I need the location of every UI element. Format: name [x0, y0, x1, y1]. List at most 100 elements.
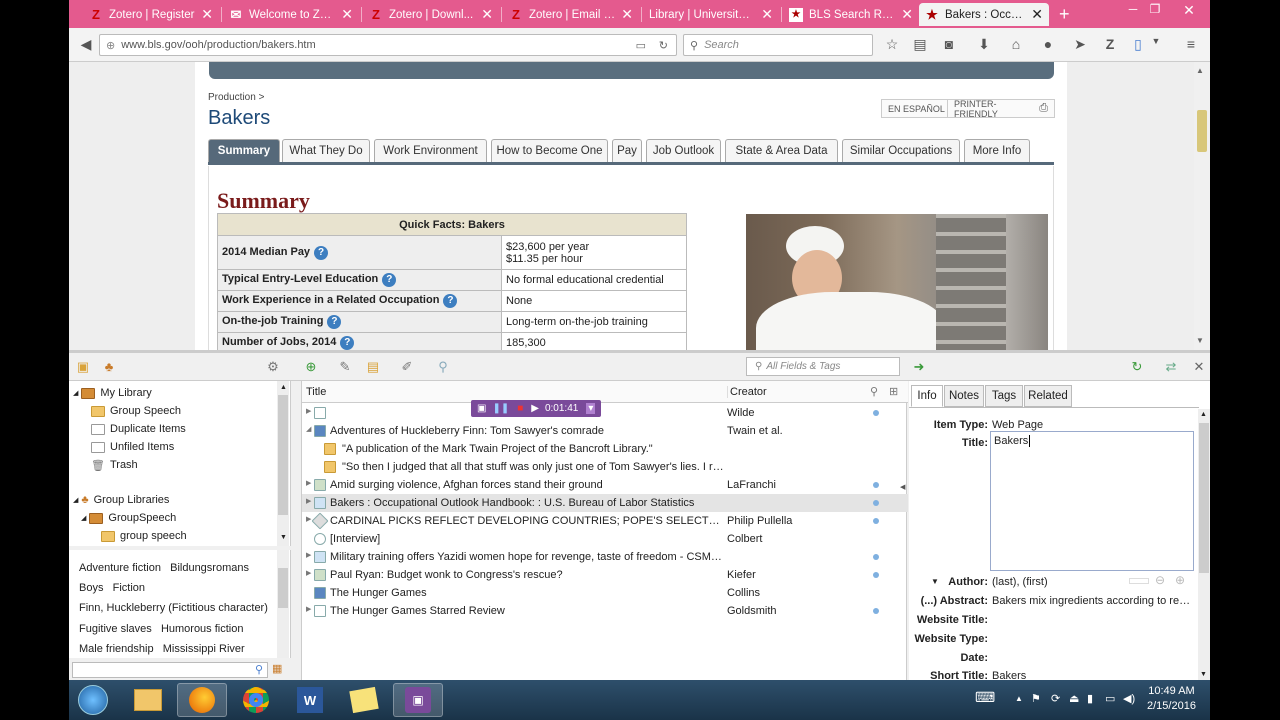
collection-duplicate-items[interactable]: Duplicate Items	[91, 420, 186, 438]
tab-tags[interactable]: Tags	[985, 385, 1023, 407]
taskbar-firefox[interactable]	[177, 683, 227, 717]
attachment-column-icon[interactable]: ⚲	[870, 385, 878, 398]
scroll-up-icon[interactable]: ▲	[1196, 66, 1204, 75]
column-creator[interactable]: Creator	[727, 386, 767, 398]
table-row[interactable]: "So then I judged that all that stuff wa…	[302, 458, 908, 476]
window-close-icon[interactable]: ✕	[1177, 2, 1201, 19]
printer-friendly-button[interactable]: PRINTER-FRIENDLY ⎙	[947, 99, 1055, 119]
tag[interactable]: Male friendship	[79, 643, 154, 655]
abstract-label[interactable]: (...) Abstract:	[921, 595, 988, 607]
recorder-camera-icon[interactable]: ▣	[477, 403, 486, 414]
attachment-dot-icon[interactable]	[873, 518, 879, 524]
pane-splitter-icon[interactable]: ◀	[900, 483, 905, 491]
new-item-icon[interactable]: ⊕	[303, 359, 319, 375]
close-icon[interactable]: ✕	[901, 6, 913, 23]
browser-tab-welcome[interactable]: ✉ Welcome to Zo... ✕	[223, 3, 359, 26]
tags-scrollbar[interactable]	[277, 550, 289, 658]
attachment-dot-icon[interactable]	[873, 554, 879, 560]
new-tab-icon[interactable]: +	[1059, 4, 1070, 25]
scroll-down-icon[interactable]: ▼	[1196, 336, 1204, 345]
tag[interactable]: Fugitive slaves	[79, 623, 152, 635]
keyboard-icon[interactable]: ⌨	[975, 689, 995, 706]
author-value[interactable]: (last), (first)	[992, 576, 1122, 588]
tab-info[interactable]: Info	[911, 385, 943, 407]
collection-group-speech[interactable]: Group Speech	[91, 402, 181, 420]
close-icon[interactable]: ✕	[621, 6, 633, 23]
collection-group-speech-sub[interactable]: group speech	[101, 527, 187, 545]
close-icon[interactable]: ✕	[1031, 6, 1043, 23]
taskbar-chrome[interactable]	[231, 683, 281, 717]
remove-author-icon[interactable]: ⊖	[1155, 573, 1165, 587]
collections-scrollbar[interactable]: ▲ ▼	[277, 381, 289, 546]
collection-group-libraries[interactable]: ◢ ♣ Group Libraries	[73, 491, 169, 509]
tag[interactable]: Mississippi River	[163, 643, 245, 655]
help-icon[interactable]: ?	[340, 336, 355, 350]
search-input[interactable]: ⚲ Search	[683, 34, 873, 56]
tag-actions-icon[interactable]: ▦	[272, 662, 282, 675]
browser-tab-zotero-download[interactable]: Z Zotero | Downl... ✕	[363, 3, 499, 26]
scroll-up-icon[interactable]: ▲	[1200, 411, 1207, 418]
add-by-identifier-icon[interactable]: ✎	[337, 359, 353, 375]
pocket-icon[interactable]: ◙	[940, 36, 958, 52]
menu-icon[interactable]: ≡	[1182, 36, 1200, 52]
scroll-up-icon[interactable]: ▲	[280, 384, 287, 391]
attachment-dot-icon[interactable]	[873, 572, 879, 578]
espanol-button[interactable]: EN ESPAÑOL	[881, 99, 952, 118]
close-icon[interactable]: ✕	[201, 6, 213, 23]
page-info-icon[interactable]: ⊕	[106, 39, 115, 52]
scrollbar-thumb[interactable]	[278, 395, 288, 515]
browser-tab-bls-search[interactable]: ★ BLS Search Res... ✕	[783, 3, 919, 26]
network-icon[interactable]: ▮	[1087, 692, 1093, 705]
minimize-icon[interactable]: ─	[1121, 2, 1145, 16]
tag[interactable]: Boys	[79, 582, 103, 594]
bookmarks-list-icon[interactable]: ▤	[911, 36, 929, 53]
reload-icon[interactable]: ↻	[659, 39, 668, 52]
scrollbar-thumb[interactable]	[278, 568, 288, 608]
table-row[interactable]: The Hunger Games Collins	[302, 584, 908, 602]
chevron-down-icon[interactable]: ▼	[931, 577, 939, 586]
browser-tab-library[interactable]: Library | University ... ✕	[643, 3, 779, 26]
help-icon[interactable]: ?	[382, 273, 397, 287]
tab-summary[interactable]: Summary	[208, 139, 280, 162]
collection-groupspeech[interactable]: ◢ GroupSpeech	[81, 509, 176, 527]
downloads-icon[interactable]: ⬇	[975, 36, 993, 53]
battery-icon[interactable]: ▭	[1105, 692, 1115, 705]
collection-unfiled-items[interactable]: Unfiled Items	[91, 438, 174, 456]
table-row[interactable]: ▶ Paul Ryan: Budget wonk to Congress's re…	[302, 566, 908, 584]
sync-icon[interactable]: ↻	[1129, 359, 1145, 375]
fullscreen-icon[interactable]: ⇄	[1163, 359, 1179, 375]
table-row[interactable]: [Interview] Colbert	[302, 530, 908, 548]
browser-tab-bakers[interactable]: ★ Bakers : Occupa... ✕	[919, 3, 1049, 26]
help-icon[interactable]: ?	[443, 294, 458, 308]
flag-icon[interactable]: ⚑	[1031, 692, 1041, 705]
table-row[interactable]: ▶ Amid surging violence, Afghan forces st…	[302, 476, 908, 494]
table-row[interactable]: "A publication of the Mark Twain Project…	[302, 440, 908, 458]
tab-state-area-data[interactable]: State & Area Data	[725, 139, 838, 162]
attachment-dot-icon[interactable]	[873, 608, 879, 614]
tab-how-to-become-one[interactable]: How to Become One	[491, 139, 608, 162]
usb-icon[interactable]: ⏏	[1069, 692, 1079, 705]
zotero-close-icon[interactable]: ✕	[1191, 359, 1207, 375]
close-icon[interactable]: ✕	[481, 6, 493, 23]
scroll-down-icon[interactable]: ▼	[280, 534, 287, 541]
add-author-icon[interactable]: ⊕	[1175, 573, 1185, 587]
taskbar-sticky-notes[interactable]	[339, 683, 389, 717]
author-switch-icon[interactable]	[1129, 578, 1149, 584]
tag[interactable]: Finn, Huckleberry (Fictitious character)	[79, 602, 268, 614]
restore-icon[interactable]: ❐	[1143, 2, 1167, 16]
taskbar-recorder[interactable]: ▣	[393, 683, 443, 717]
tab-related[interactable]: Related	[1024, 385, 1072, 407]
tab-what-they-do[interactable]: What They Do	[282, 139, 370, 162]
help-icon[interactable]: ?	[314, 245, 329, 260]
breadcrumb[interactable]: Production >	[208, 92, 264, 103]
tab-more-info[interactable]: More Info	[964, 139, 1030, 162]
tab-work-environment[interactable]: Work Environment	[374, 139, 487, 162]
browser-tab-zotero-email[interactable]: Z Zotero | Email v... ✕	[503, 3, 639, 26]
table-row[interactable]: ▶ The Hunger Games Starred Review Goldsmit…	[302, 602, 908, 620]
taskbar-explorer[interactable]	[123, 683, 173, 717]
tag[interactable]: Humorous fiction	[161, 623, 244, 635]
table-row[interactable]: ◢ Adventures of Huckleberry Finn: Tom Saw…	[302, 422, 908, 440]
zotero-save-icon[interactable]: ▯	[1129, 36, 1147, 53]
home-icon[interactable]: ⌂	[1007, 36, 1025, 52]
scroll-down-icon[interactable]: ▼	[1200, 671, 1207, 678]
